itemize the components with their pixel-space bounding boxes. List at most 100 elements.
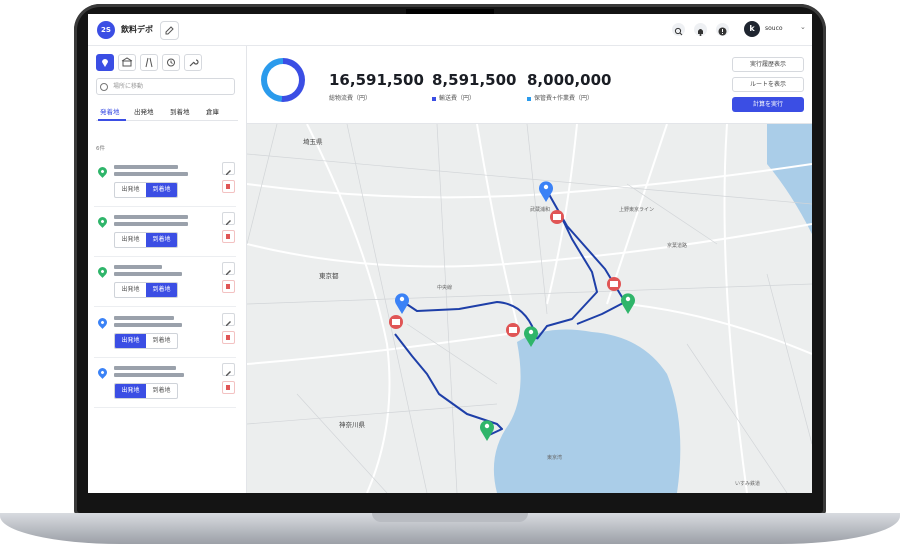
info-icon[interactable]: [716, 23, 729, 36]
map-label-chuo: 中央線: [437, 285, 453, 291]
arrival-option[interactable]: 到着地: [146, 233, 177, 247]
role-toggle[interactable]: 出発地 到着地: [114, 333, 178, 349]
pencil-icon: [226, 371, 231, 376]
user-name[interactable]: souco: [765, 25, 783, 32]
departure-option[interactable]: 出発地: [115, 384, 146, 398]
point-count: 6件: [96, 146, 105, 152]
departure-option[interactable]: 出発地: [115, 283, 146, 297]
warehouse-icon: [121, 57, 133, 67]
history-button[interactable]: 実行履歴表示: [732, 57, 804, 72]
departure-pin[interactable]: [395, 293, 410, 314]
active-tab-indicator: [98, 119, 126, 121]
history-icon: [167, 58, 175, 67]
tab-departure[interactable]: 出発地: [134, 106, 154, 116]
total-cost-value: 16,591,500: [329, 71, 424, 89]
map-pin-icon: [96, 215, 109, 228]
list-item[interactable]: 出発地 到着地: [94, 208, 236, 257]
point-tabs: 発着地 出発地 到着地 倉庫: [96, 104, 238, 121]
edit-button[interactable]: [222, 262, 235, 275]
arrival-pin[interactable]: [621, 293, 635, 314]
warehouse-marker[interactable]: [550, 210, 564, 224]
project-title: 飲料デポ: [121, 25, 153, 34]
warehouse-marker[interactable]: [506, 323, 520, 337]
role-toggle[interactable]: 出発地 到着地: [114, 232, 178, 248]
list-item[interactable]: 出発地 到着地: [94, 258, 236, 307]
bell-icon[interactable]: [694, 23, 707, 36]
storage-cost-value: 8,000,000: [527, 71, 612, 89]
map-label-isumi: いすみ鉄道: [735, 481, 761, 487]
arrival-option[interactable]: 到着地: [146, 384, 177, 398]
cost-summary: 16,591,500 総物流費（円） 8,591,500 輸送費（円） 8,00…: [247, 46, 812, 124]
storage-cost-label: 保管費+作業費（円）: [527, 93, 593, 102]
chevron-down-icon[interactable]: ⌄: [800, 23, 806, 31]
tab-arrival[interactable]: 到着地: [170, 106, 190, 116]
address-redacted: [114, 165, 178, 169]
show-route-button[interactable]: ルートを表示: [732, 77, 804, 92]
tokyo-bay: [493, 329, 681, 493]
delete-button[interactable]: [222, 381, 235, 394]
arrival-pin[interactable]: [480, 420, 494, 441]
transport-label-text: 輸送費（円）: [439, 95, 476, 102]
cost-donut-chart: [261, 58, 305, 102]
departure-option[interactable]: 出発地: [115, 233, 146, 247]
arrival-option[interactable]: 到着地: [146, 283, 177, 297]
warehouse-marker[interactable]: [389, 315, 403, 329]
list-item[interactable]: 出発地 到着地: [94, 309, 236, 358]
map-label-station: 武蔵浦和: [530, 207, 551, 213]
delete-button[interactable]: [222, 331, 235, 344]
route-map[interactable]: 埼玉県 東京都 神奈川県 武蔵浦和 上野東京ライン 京葉道路 中央線 東京湾 い…: [247, 124, 812, 493]
location-tool-button[interactable]: [96, 54, 114, 71]
address-redacted: [114, 272, 182, 276]
address-redacted: [114, 373, 184, 377]
tab-all[interactable]: 発着地: [100, 106, 120, 116]
delete-button[interactable]: [222, 230, 235, 243]
run-calculation-button[interactable]: 計算を実行: [732, 97, 804, 112]
role-toggle[interactable]: 出発地 到着地: [114, 282, 178, 298]
edit-button[interactable]: [222, 363, 235, 376]
departure-option[interactable]: 出発地: [115, 334, 146, 348]
arrival-option[interactable]: 到着地: [146, 334, 177, 348]
user-avatar[interactable]: k: [744, 21, 760, 37]
warehouse-marker[interactable]: [607, 277, 621, 291]
map-pin-icon: [96, 265, 109, 278]
search-input[interactable]: 場所に移動: [96, 78, 235, 95]
storage-label-text: 保管費+作業費（円）: [534, 95, 594, 102]
history-tool-button[interactable]: [162, 54, 180, 71]
arrival-option[interactable]: 到着地: [146, 183, 177, 197]
sidebar: 場所に移動 発着地 出発地 到着地 倉庫 6件 出発地到着地 出発地到着地: [88, 46, 247, 493]
map-label-saitama: 埼玉県: [303, 138, 323, 146]
edit-button[interactable]: [222, 162, 235, 175]
departure-option[interactable]: 出発地: [115, 183, 146, 197]
edit-button[interactable]: [222, 212, 235, 225]
map-pin-icon: [96, 366, 109, 379]
transport-cost-value: 8,591,500: [432, 71, 517, 89]
address-redacted: [114, 323, 182, 327]
warehouse-tool-button[interactable]: [118, 54, 136, 71]
address-redacted: [114, 222, 188, 226]
address-redacted: [114, 215, 188, 219]
delete-button[interactable]: [222, 180, 235, 193]
app-header: 2S 飲料デポ k souco ⌄: [88, 14, 812, 46]
role-toggle[interactable]: 出発地 到着地: [114, 383, 178, 399]
transport-cost-label: 輸送費（円）: [432, 93, 475, 102]
edit-button[interactable]: [222, 313, 235, 326]
list-item[interactable]: 出発地 到着地: [94, 158, 236, 207]
address-redacted: [114, 366, 176, 370]
edit-title-button[interactable]: [160, 21, 179, 40]
search-icon: [100, 83, 108, 91]
address-redacted: [114, 265, 162, 269]
search-icon[interactable]: [672, 23, 685, 36]
pencil-icon: [165, 26, 174, 35]
wrench-icon: [189, 59, 199, 67]
map-canvas[interactable]: [247, 124, 812, 493]
tab-warehouse[interactable]: 倉庫: [206, 106, 219, 116]
map-pin-icon: [102, 59, 108, 67]
role-toggle[interactable]: 出発地 到着地: [114, 182, 178, 198]
list-item[interactable]: 出発地 到着地: [94, 359, 236, 408]
settings-tool-button[interactable]: [184, 54, 202, 71]
map-label-line: 上野東京ライン: [619, 207, 655, 213]
road-tool-button[interactable]: [140, 54, 158, 71]
delete-button[interactable]: [222, 280, 235, 293]
address-redacted: [114, 316, 174, 320]
map-label-tokyo: 東京都: [319, 272, 339, 280]
